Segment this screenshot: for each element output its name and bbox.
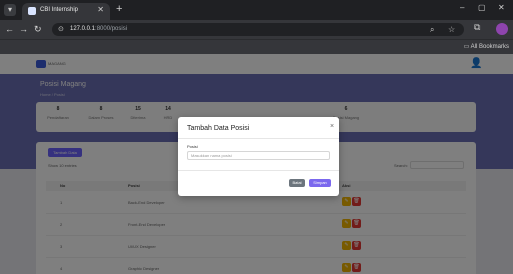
add-position-modal: Tambah Data Posisi × Posisi Batal Simpan: [178, 117, 339, 196]
back-button[interactable]: ←: [5, 23, 14, 35]
cancel-button[interactable]: Batal: [289, 179, 305, 187]
position-field-label: Posisi: [187, 144, 198, 149]
modal-close-icon[interactable]: ×: [330, 123, 334, 130]
web-page: MAGANG 👤 Posisi Magang Home / Posisi 8 P…: [0, 54, 513, 274]
url-path: :8000/posisi: [95, 26, 128, 32]
tab-close-icon[interactable]: ✕: [97, 5, 104, 14]
tab-title: CBI Internship: [40, 7, 79, 13]
bookmark-star-icon[interactable]: ☆: [448, 25, 455, 34]
address-bar[interactable]: ⊙ 127.0.0.1:8000/posisi ⌕ ☆: [52, 23, 464, 36]
save-button[interactable]: Simpan: [309, 179, 331, 187]
zoom-icon[interactable]: ⌕: [430, 25, 434, 35]
all-bookmarks-button[interactable]: ▭ All Bookmarks: [464, 43, 509, 50]
extensions-icon[interactable]: ⧉: [474, 22, 480, 33]
browser-tab-bar: ▾ CBI Internship ✕ + – ▢ ✕: [0, 0, 513, 20]
maximize-button[interactable]: ▢: [478, 3, 486, 12]
bookmarks-bar: ▭ All Bookmarks: [0, 39, 513, 54]
window-close-button[interactable]: ✕: [498, 3, 505, 12]
browser-toolbar: ← → ↻ ⊙ 127.0.0.1:8000/posisi ⌕ ☆: [0, 20, 513, 39]
position-name-input[interactable]: [187, 151, 330, 160]
new-tab-button[interactable]: +: [116, 3, 122, 15]
modal-header-divider: [178, 138, 339, 139]
profile-avatar[interactable]: [496, 23, 508, 35]
url-host: 127.0.0.1: [70, 26, 96, 32]
all-bookmarks-label: All Bookmarks: [470, 44, 509, 50]
tab-favicon-icon: [28, 7, 36, 15]
reload-button[interactable]: ↻: [34, 23, 42, 35]
browser-tab-active[interactable]: CBI Internship ✕: [22, 3, 110, 20]
site-info-icon[interactable]: ⊙: [58, 25, 64, 33]
bookmarks-folder-icon: ▭: [463, 44, 470, 50]
modal-title: Tambah Data Posisi: [187, 125, 250, 132]
forward-button[interactable]: →: [19, 23, 28, 35]
modal-footer-divider: [178, 170, 339, 171]
url-text: 127.0.0.1:8000/posisi: [70, 26, 127, 32]
window-menu-button[interactable]: ▾: [4, 4, 16, 16]
minimize-button[interactable]: –: [460, 3, 464, 12]
